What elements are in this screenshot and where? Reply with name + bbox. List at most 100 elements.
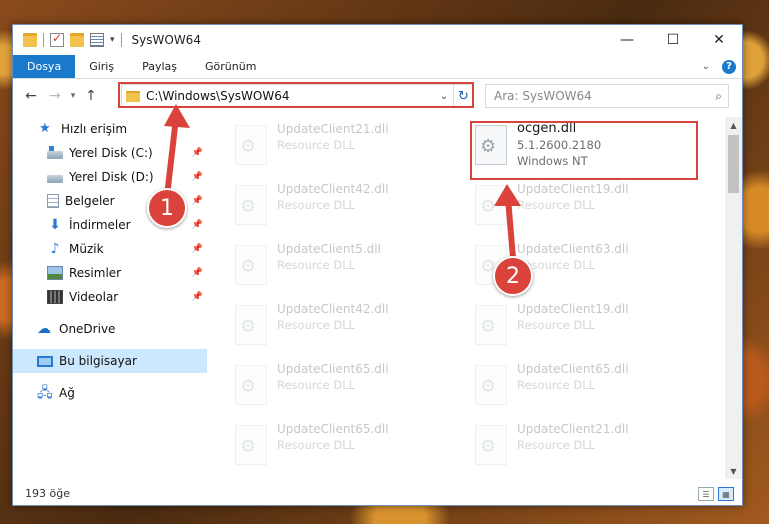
- pictures-icon: [47, 266, 63, 280]
- file-name: UpdateClient5.dll: [277, 242, 381, 256]
- item-count: 193 öğe: [25, 486, 70, 500]
- customize-toolbar-chevron-icon[interactable]: ▾: [110, 35, 115, 45]
- sidebar-item-label: Belgeler: [65, 194, 115, 208]
- sidebar-item-music[interactable]: ♪ Müzik 📌: [13, 237, 207, 261]
- file-name: UpdateClient65.dll: [277, 422, 389, 436]
- file-name: UpdateClient65.dll: [277, 362, 389, 376]
- address-dropdown-chevron-icon[interactable]: ⌄: [435, 91, 453, 102]
- tiles-view-icon[interactable]: ▦: [718, 487, 734, 501]
- pin-icon[interactable]: 📌: [192, 220, 203, 230]
- back-button[interactable]: ←: [19, 88, 43, 104]
- highlighted-file-ocgen-dll[interactable]: ocgen.dll 5.1.2600.2180 Windows NT: [475, 119, 705, 177]
- tab-home[interactable]: Giriş: [75, 55, 128, 78]
- list-item[interactable]: UpdateClient42.dll Resource DLL: [235, 299, 465, 357]
- drive-icon: [47, 145, 63, 159]
- pin-icon[interactable]: 📌: [192, 148, 203, 158]
- navigation-pane: ★ Hızlı erişim Yerel Disk (C:) 📌 Yerel D…: [13, 117, 207, 477]
- refresh-button[interactable]: ↻: [453, 85, 473, 107]
- tab-view[interactable]: Görünüm: [191, 55, 270, 78]
- search-box[interactable]: Ara: SysWOW64 ⌕: [485, 84, 729, 108]
- file-name: UpdateClient63.dll: [517, 242, 629, 256]
- pin-icon[interactable]: 📌: [192, 172, 203, 182]
- close-button[interactable]: ✕: [696, 25, 742, 55]
- sidebar-item-quick-access[interactable]: ★ Hızlı erişim: [13, 117, 207, 141]
- file-explorer-window: ▾ SysWOW64 — ☐ ✕ Dosya Giriş Paylaş Görü…: [12, 24, 743, 506]
- window-title: SysWOW64: [131, 33, 201, 47]
- dll-file-icon: [235, 365, 267, 405]
- toolbar-divider: [43, 33, 44, 47]
- properties-icon[interactable]: [90, 33, 104, 47]
- sidebar-item-videos[interactable]: Videolar 📌: [13, 285, 207, 309]
- status-bar: 193 öğe: [13, 481, 742, 505]
- new-folder-icon[interactable]: [70, 33, 84, 47]
- maximize-button[interactable]: ☐: [650, 25, 696, 55]
- search-icon[interactable]: ⌕: [715, 89, 722, 104]
- address-path[interactable]: C:\Windows\SysWOW64: [146, 89, 435, 103]
- dll-file-icon: [475, 125, 507, 165]
- sidebar-item-local-disk-d[interactable]: Yerel Disk (D:) 📌: [13, 165, 207, 189]
- window-controls: — ☐ ✕: [604, 25, 742, 55]
- file-name: ocgen.dll: [517, 121, 577, 136]
- folder-icon: [126, 90, 140, 102]
- list-item[interactable]: UpdateClient21.dll Resource DLL: [475, 419, 705, 477]
- list-item[interactable]: UpdateClient19.dll Resource DLL: [475, 179, 705, 237]
- scroll-down-arrow-icon[interactable]: ▼: [725, 463, 742, 479]
- sidebar-item-network[interactable]: 🖧 Ağ: [13, 381, 207, 405]
- vertical-scrollbar[interactable]: ▲ ▼: [725, 117, 742, 479]
- address-bar[interactable]: C:\Windows\SysWOW64 ⌄ ↻: [121, 84, 474, 108]
- list-item[interactable]: UpdateClient19.dll Resource DLL: [475, 299, 705, 357]
- list-item[interactable]: UpdateClient65.dll Resource DLL: [235, 359, 465, 417]
- sidebar-item-label: Ağ: [59, 386, 75, 400]
- file-name: UpdateClient65.dll: [517, 362, 629, 376]
- dll-file-icon: [235, 125, 267, 165]
- sidebar-item-this-pc[interactable]: Bu bilgisayar: [13, 349, 207, 373]
- file-type: Resource DLL: [517, 438, 596, 452]
- list-item[interactable]: UpdateClient21.dll Resource DLL: [235, 119, 465, 177]
- documents-icon: [47, 194, 59, 208]
- dll-file-icon: [475, 425, 507, 465]
- pin-icon[interactable]: 📌: [192, 196, 203, 206]
- file-type: Resource DLL: [277, 138, 356, 152]
- scrollbar-thumb[interactable]: [728, 135, 739, 193]
- toolbar-divider: [120, 33, 122, 47]
- chevron-down-icon[interactable]: ⌄: [702, 61, 710, 72]
- properties-check-icon[interactable]: [50, 31, 64, 47]
- minimize-button[interactable]: —: [604, 25, 650, 55]
- scroll-up-arrow-icon[interactable]: ▲: [725, 117, 742, 133]
- file-description: Windows NT: [517, 154, 588, 168]
- list-item[interactable]: UpdateClient65.dll Resource DLL: [235, 419, 465, 477]
- dll-file-icon: [475, 185, 507, 225]
- up-button[interactable]: ↑: [79, 88, 103, 104]
- sidebar-item-label: Videolar: [69, 290, 119, 304]
- help-icon[interactable]: ?: [722, 59, 736, 74]
- sidebar-item-label: Hızlı erişim: [61, 122, 128, 136]
- list-item[interactable]: UpdateClient5.dll Resource DLL: [235, 239, 465, 297]
- sidebar-item-local-disk-c[interactable]: Yerel Disk (C:) 📌: [13, 141, 207, 165]
- file-type: Resource DLL: [517, 378, 596, 392]
- dll-file-icon: [235, 425, 267, 465]
- pin-icon[interactable]: 📌: [192, 244, 203, 254]
- recent-locations-button[interactable]: ▾: [67, 91, 79, 101]
- dll-file-icon: [475, 365, 507, 405]
- sidebar-item-onedrive[interactable]: ☁ OneDrive: [13, 317, 207, 341]
- details-view-icon[interactable]: ☰: [698, 487, 714, 501]
- tab-share[interactable]: Paylaş: [128, 55, 191, 78]
- tab-file[interactable]: Dosya: [13, 55, 76, 78]
- list-item[interactable]: UpdateClient42.dll Resource DLL: [235, 179, 465, 237]
- pin-icon[interactable]: 📌: [192, 292, 203, 302]
- sidebar-item-label: Müzik: [69, 242, 104, 256]
- dll-file-icon: [235, 305, 267, 345]
- network-icon: 🖧: [37, 385, 53, 401]
- file-name: UpdateClient19.dll: [517, 302, 629, 316]
- forward-button[interactable]: →: [43, 88, 67, 104]
- dll-file-icon: [235, 245, 267, 285]
- search-placeholder: Ara: SysWOW64: [494, 89, 592, 103]
- folder-icon[interactable]: [23, 33, 37, 47]
- list-item[interactable]: UpdateClient65.dll Resource DLL: [475, 359, 705, 417]
- sidebar-item-label: Resimler: [69, 266, 122, 280]
- callout-badge-1: 1: [147, 188, 187, 228]
- ribbon-right: ⌄ ?: [702, 55, 742, 78]
- sidebar-item-label: Yerel Disk (D:): [69, 170, 154, 184]
- pin-icon[interactable]: 📌: [192, 268, 203, 278]
- sidebar-item-pictures[interactable]: Resimler 📌: [13, 261, 207, 285]
